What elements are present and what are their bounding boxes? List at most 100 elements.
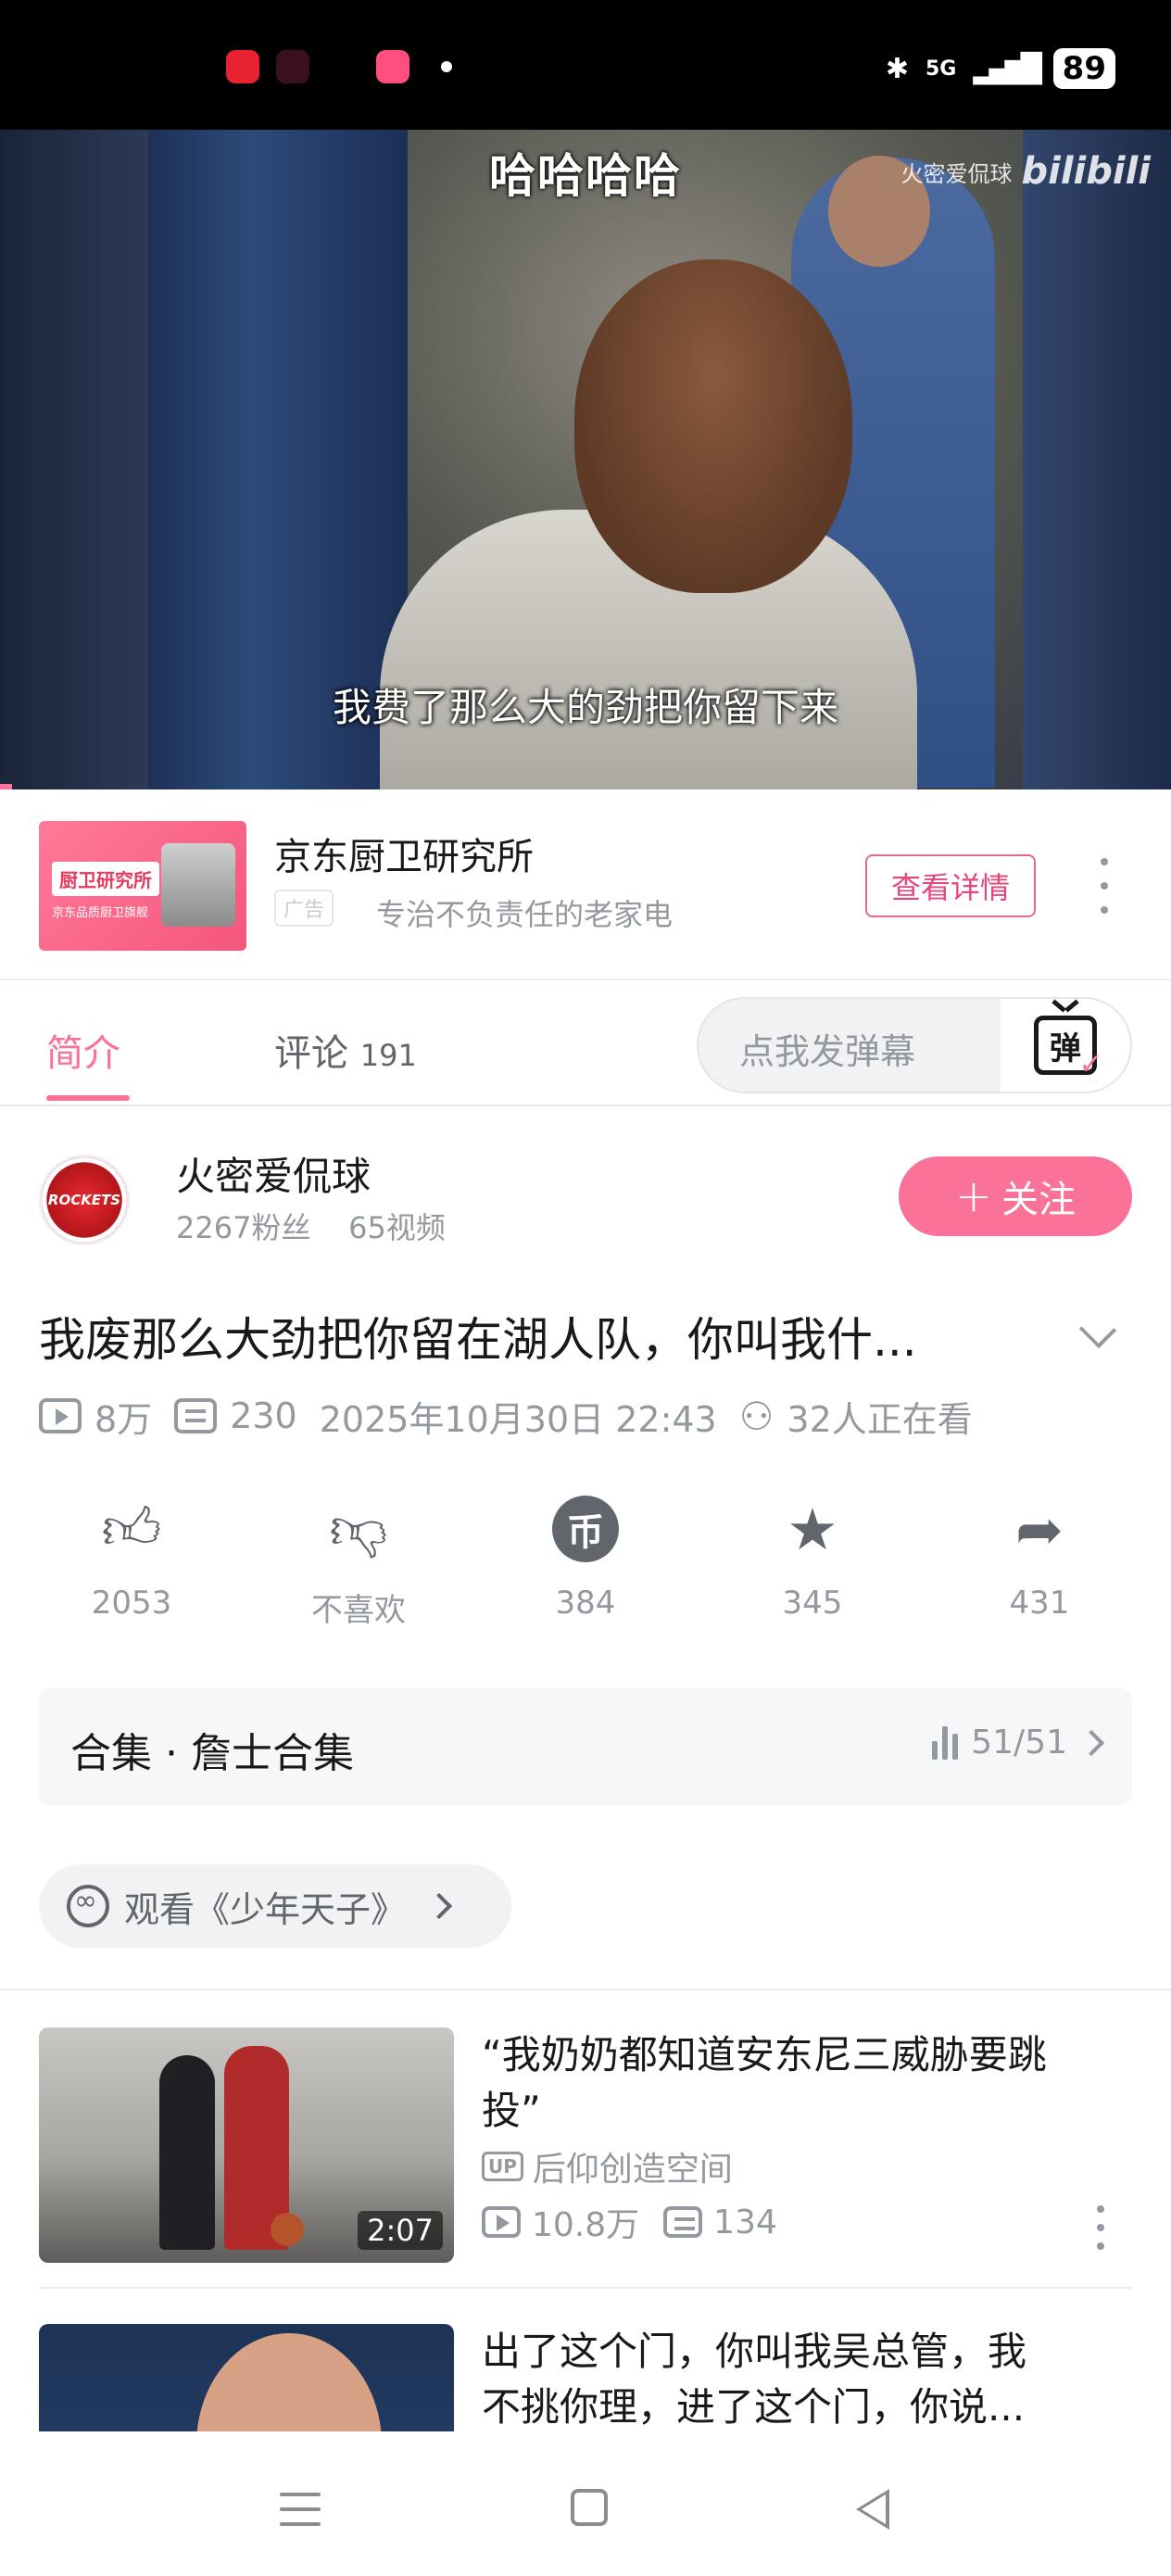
thumbnail-figure	[196, 2333, 382, 2431]
recommended-video-title[interactable]: “我奶奶都知道安东尼三威胁要跳 投”	[482, 2027, 1130, 2139]
video-thumbnail[interactable]	[39, 2324, 454, 2431]
system-nav-bar	[0, 2431, 1171, 2576]
favorite-button[interactable]: ★ 345	[720, 1492, 905, 1640]
playlist-icon	[932, 1725, 959, 1760]
watermark-channel: 火密爱侃球	[900, 160, 1013, 187]
dislike-label: 不喜欢	[311, 1592, 406, 1629]
status-indicators: ✱ 5G ▂▄▆█ 89	[886, 41, 1115, 96]
title-line: 出了这个门，你叫我吴总管，我	[482, 2329, 1027, 2374]
section-divider	[0, 1989, 1171, 1990]
collection-card[interactable]: 合集 · 詹士合集 51/51	[39, 1688, 1132, 1805]
like-button[interactable]: 👍︎ 2053	[39, 1492, 224, 1640]
dislike-button[interactable]: 👎︎ 不喜欢	[266, 1492, 451, 1640]
basketball-icon	[271, 2213, 304, 2246]
recommended-video[interactable]: 2:07 “我奶奶都知道安东尼三威胁要跳 投” UP 后仰创造空间 10.8万 …	[39, 2027, 1132, 2263]
coin-count: 384	[555, 1585, 616, 1622]
danmaku-input[interactable]: 点我发弹幕 弹 ✓	[697, 997, 1132, 1093]
play-count-icon	[482, 2206, 521, 2238]
thumbnail-figure	[159, 2055, 215, 2250]
chevron-down-icon[interactable]	[1078, 1310, 1117, 1349]
coin-icon: 币	[548, 1492, 623, 1566]
ad-tag: 广告	[274, 890, 334, 927]
danmaku-count-icon	[174, 1398, 218, 1433]
danmaku-icon: 弹 ✓	[1034, 1016, 1103, 1081]
danmaku-count: 230	[230, 1395, 297, 1436]
recommended-stats: 10.8万 134	[482, 2198, 777, 2246]
view-count: 8万	[94, 1398, 153, 1440]
star-icon: ★	[787, 1495, 838, 1563]
play-count-icon	[39, 1398, 82, 1433]
detail-tabs: 简介 评论 191 点我发弹幕 弹 ✓	[0, 982, 1171, 1106]
notification-icon	[276, 50, 309, 83]
collection-title: 合集 · 詹士合集	[70, 1730, 354, 1777]
more-options-icon[interactable]	[1089, 2205, 1112, 2250]
tab-comments-count: 191	[359, 1038, 417, 1073]
ad-thumbnail-text: 厨卫研究所	[52, 862, 159, 896]
video-watermark: 火密爱侃球 bilibili	[900, 150, 1151, 193]
notification-icon	[376, 50, 409, 83]
thumbs-down-icon: 👎︎	[329, 1494, 388, 1562]
status-bar: ✱ 5G ▂▄▆█ 89	[0, 0, 1171, 130]
danmaku-placeholder: 点我发弹幕	[739, 1031, 916, 1072]
danmaku-count: 134	[713, 2203, 777, 2241]
plus-icon: +	[954, 1170, 993, 1222]
ad-details-button[interactable]: 查看详情	[865, 854, 1036, 917]
ad-banner[interactable]: 厨卫研究所 京东品质厨卫旗舰 京东厨卫研究所 广告 专治不负责任的老家电 查看详…	[0, 789, 1171, 980]
tab-comments[interactable]: 评论 191	[274, 1023, 417, 1077]
uploader-row: ROCKETS 火密爱侃球 2267粉丝 65视频 + 关注	[0, 1108, 1171, 1275]
title-line: 投”	[482, 2088, 541, 2133]
video-player[interactable]: 哈哈哈哈 火密爱侃球 bilibili 我费了那么大的劲把你留下来	[0, 130, 1171, 789]
share-button[interactable]: ➦ 431	[947, 1492, 1132, 1640]
recommended-video[interactable]: 出了这个门，你叫我吴总管，我 不挑你理，进了这个门，你说...	[39, 2324, 1132, 2431]
recommended-video-title[interactable]: 出了这个门，你叫我吴总管，我 不挑你理，进了这个门，你说...	[482, 2324, 1130, 2431]
video-thumbnail[interactable]: 2:07	[39, 2027, 454, 2263]
video-title[interactable]: 我废那么大劲把你留在湖人队，你叫我什...	[39, 1303, 1039, 1370]
signal-icon: ▂▄▆█	[973, 52, 1041, 85]
tab-intro[interactable]: 简介	[46, 1023, 120, 1077]
like-count: 2053	[91, 1585, 172, 1622]
ad-thumbnail-subtext: 京东品质厨卫旗舰	[52, 906, 149, 920]
tab-active-indicator	[46, 1095, 130, 1101]
collection-progress: 51/51	[932, 1724, 1105, 1762]
related-show-label: 观看《少年天子》	[124, 1888, 407, 1930]
thumbs-up-icon: 👍︎	[101, 1494, 162, 1562]
chevron-right-icon	[1077, 1729, 1105, 1756]
danmaku-count-icon	[663, 2206, 703, 2238]
title-line: “我奶奶都知道安东尼三威胁要跳	[482, 2032, 1047, 2077]
danmaku-toggle-button[interactable]: 弹 ✓	[1001, 999, 1130, 1092]
view-count: 10.8万	[532, 2206, 640, 2244]
danmaku-icon-label: 弹	[1050, 1029, 1081, 1067]
ad-more-icon[interactable]	[1093, 858, 1115, 914]
uploader-name: 后仰创造空间	[532, 2151, 733, 2189]
uploader-name[interactable]: 火密爱侃球	[176, 1145, 371, 1202]
tab-comments-label: 评论	[274, 1032, 348, 1075]
follow-button[interactable]: + 关注	[899, 1156, 1132, 1236]
collection-progress-text: 51/51	[971, 1724, 1067, 1762]
coin-button[interactable]: 币 384	[493, 1492, 678, 1640]
publish-date: 2025年10月30日 22:43	[319, 1398, 717, 1440]
title-line: 不挑你理，进了这个门，你说...	[482, 2384, 1026, 2430]
menu-icon[interactable]	[280, 2493, 321, 2526]
back-icon[interactable]	[856, 2489, 889, 2530]
notification-icon	[226, 50, 259, 83]
list-divider	[39, 2287, 1132, 2289]
ad-thumbnail[interactable]: 厨卫研究所 京东品质厨卫旗舰	[39, 821, 246, 951]
related-show-link[interactable]: 观看《少年天子》	[39, 1864, 511, 1948]
chevron-right-icon	[425, 1892, 453, 1920]
avatar[interactable]: ROCKETS	[39, 1155, 130, 1245]
viewers-icon: ⚇	[738, 1393, 774, 1439]
network-label: 5G	[925, 57, 957, 81]
ad-title[interactable]: 京东厨卫研究所	[274, 827, 534, 880]
ad-description: 专治不负责任的老家电	[376, 897, 674, 932]
ad-product-image	[161, 843, 235, 927]
bluetooth-icon: ✱	[885, 52, 909, 85]
main-figure-head	[574, 259, 852, 593]
home-icon[interactable]	[571, 2489, 608, 2526]
video-duration: 2:07	[358, 2211, 443, 2250]
watching-count: 32人正在看	[787, 1398, 973, 1440]
uploader-stats: 2267粉丝 65视频	[176, 1210, 446, 1245]
favorite-count: 345	[782, 1585, 843, 1622]
up-badge-icon: UP	[482, 2152, 523, 2181]
follow-label: 关注	[1001, 1179, 1077, 1221]
action-bar: 👍︎ 2053 👎︎ 不喜欢 币 384 ★ 345 ➦ 431	[39, 1492, 1132, 1640]
